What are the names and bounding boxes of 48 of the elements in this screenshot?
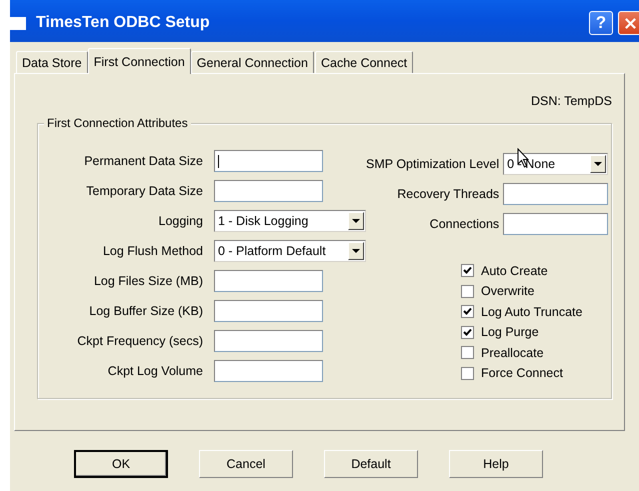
text-field[interactable] — [214, 150, 323, 172]
dropdown[interactable]: 1 - Disk Logging — [214, 210, 366, 232]
close-icon — [624, 16, 636, 30]
window-icon — [10, 16, 26, 30]
checkbox-label: Force Connect — [481, 366, 563, 380]
dsn-label: DSN: TempDS — [530, 94, 612, 110]
checkbox[interactable] — [461, 326, 474, 339]
field-label: Log Files Size (MB) — [92, 274, 203, 288]
dialog-button[interactable]: Default — [324, 450, 418, 478]
checkbox-label: Log Auto Truncate — [481, 304, 582, 319]
checkbox-label: Log Purge — [481, 325, 539, 340]
tab[interactable]: Cache Connect — [314, 51, 414, 73]
dialog-button[interactable]: Cancel — [199, 450, 293, 478]
field-label: Recovery Threads — [396, 187, 500, 201]
checkbox-label: Overwrite — [481, 284, 534, 298]
text-field[interactable] — [503, 183, 608, 205]
text-field[interactable] — [214, 330, 323, 352]
checkbox[interactable] — [461, 305, 474, 318]
text-field[interactable] — [214, 300, 323, 322]
text-field[interactable] — [214, 270, 323, 292]
dialog-button[interactable]: Help — [449, 450, 543, 478]
text-field[interactable] — [214, 180, 323, 202]
tab[interactable]: Data Store — [16, 51, 88, 73]
field-label: Logging — [158, 214, 203, 228]
tab[interactable]: General Connection — [190, 51, 314, 73]
text-field[interactable] — [214, 360, 323, 382]
field-label: Log Flush Method — [102, 244, 203, 258]
help-button[interactable]: ? — [589, 11, 613, 35]
field-label: Connections — [428, 217, 500, 231]
field-label: Log Buffer Size (KB) — [88, 304, 203, 318]
field-label: Permanent Data Size — [83, 154, 203, 168]
checkbox[interactable] — [461, 264, 474, 278]
group-title: First Connection Attributes — [44, 116, 191, 130]
field-label: Ckpt Log Volume — [106, 364, 203, 378]
checkbox-label: Auto Create — [481, 264, 548, 278]
field-label: SMP Optimization Level — [366, 157, 500, 171]
checkbox[interactable] — [461, 346, 474, 360]
checkbox[interactable] — [461, 284, 474, 298]
tab[interactable]: First Connection — [88, 48, 191, 74]
field-label: Ckpt Frequency (secs) — [76, 334, 203, 348]
dialog-button[interactable]: OK — [74, 450, 168, 478]
text-field[interactable] — [503, 213, 608, 235]
checkbox-label: Preallocate — [481, 346, 544, 360]
close-button[interactable] — [618, 11, 639, 35]
checkbox[interactable] — [461, 366, 474, 380]
field-label: Temporary Data Size — [85, 184, 203, 198]
dropdown[interactable]: 0 - Platform Default — [214, 240, 366, 262]
window-title: TimesTen ODBC Setup — [36, 14, 211, 32]
